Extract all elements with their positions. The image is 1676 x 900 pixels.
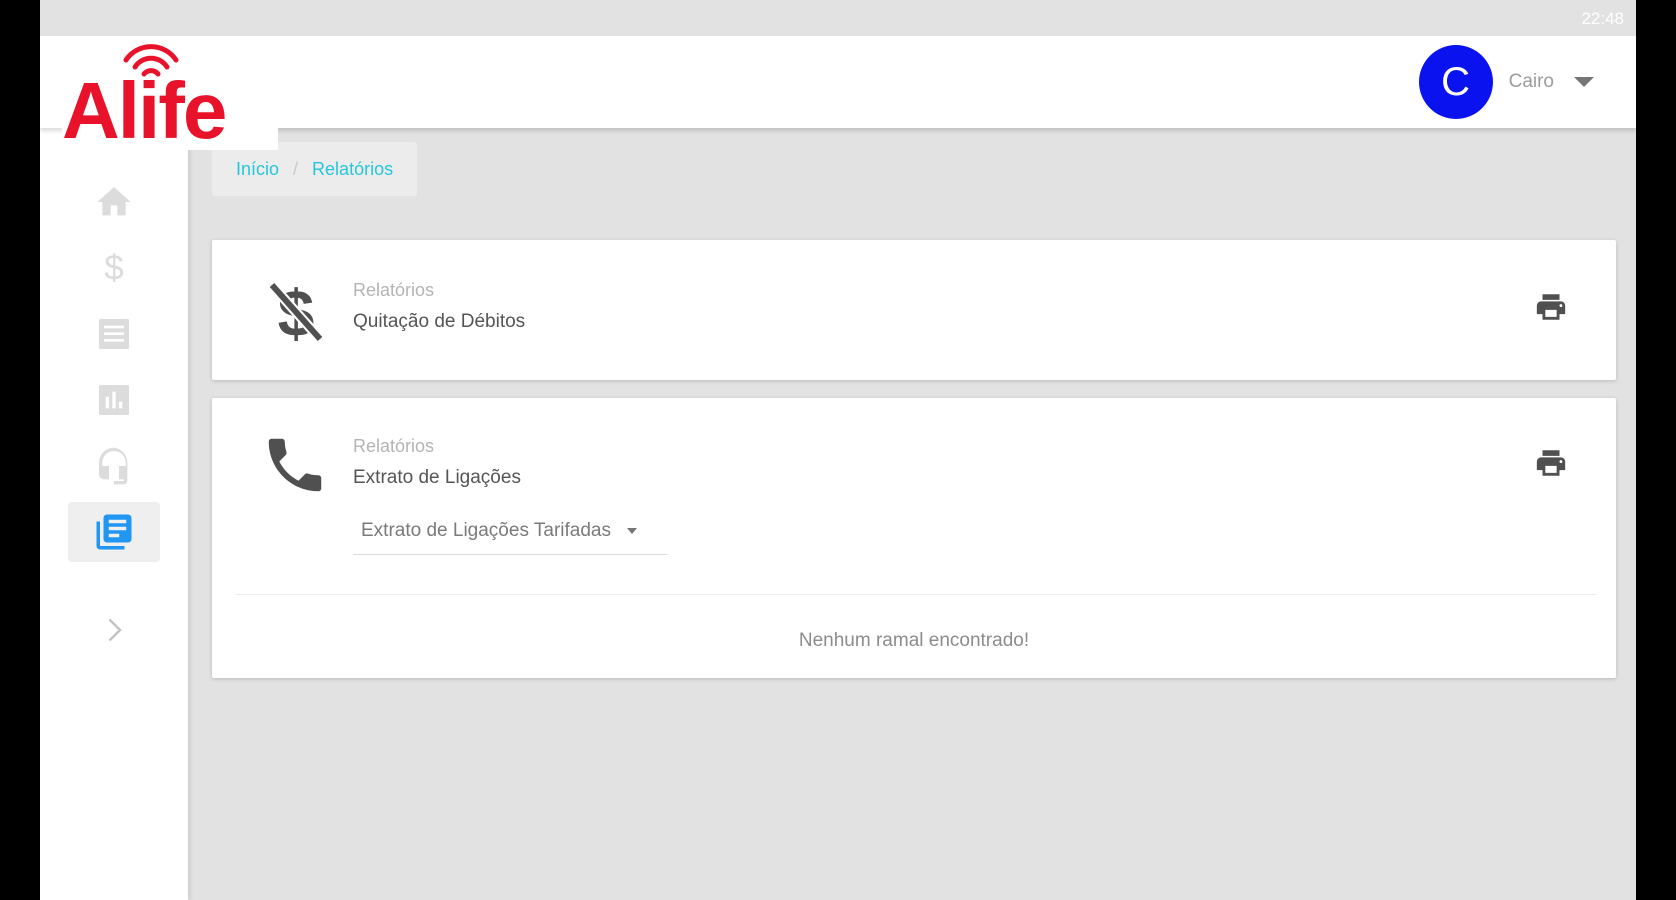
user-menu[interactable]: C Cairo xyxy=(1418,43,1594,121)
status-clock: 22:48 xyxy=(1581,9,1624,28)
select-value: Extrato de Ligações Tarifadas xyxy=(361,520,611,541)
app-screen: 22:48 C Cairo Alife $ Início / Relatório… xyxy=(40,0,1636,900)
sidebar-expand-button[interactable] xyxy=(68,600,160,660)
card-title: Quitação de Débitos xyxy=(353,311,526,332)
reports-icon xyxy=(96,514,132,550)
dollar-icon: $ xyxy=(104,249,123,288)
list-icon xyxy=(99,319,129,349)
report-card-call-statement: Relatórios Extrato de Ligações Extrato d… xyxy=(212,398,1616,678)
caret-down-icon xyxy=(626,528,637,534)
card-label: Relatórios xyxy=(353,436,435,456)
home-icon xyxy=(97,187,131,216)
print-icon xyxy=(1536,294,1566,320)
user-name[interactable]: Cairo xyxy=(1509,71,1554,93)
chevron-down-icon[interactable] xyxy=(1574,77,1594,87)
print-icon xyxy=(1536,450,1566,476)
money-off-icon: $ xyxy=(268,276,324,348)
chevron-right-icon xyxy=(108,618,122,642)
empty-state-message: Nenhum ramal encontrado! xyxy=(798,630,1030,651)
print-button[interactable] xyxy=(1534,446,1568,480)
report-type-select[interactable]: Extrato de Ligações Tarifadas xyxy=(353,508,667,555)
headset-icon xyxy=(99,447,128,485)
breadcrumb-separator: / xyxy=(293,158,299,179)
breadcrumb: Início / Relatórios xyxy=(212,142,418,196)
bar-chart-icon xyxy=(99,385,129,415)
report-card-debt-settlement: $ Relatórios Quitação de Débitos xyxy=(212,240,1616,380)
sidebar-item-list[interactable] xyxy=(68,304,160,364)
sidebar-item-finance[interactable]: $ xyxy=(68,238,160,298)
card-label: Relatórios xyxy=(353,280,435,300)
avatar[interactable]: C xyxy=(1418,45,1493,119)
sidebar-item-reports[interactable] xyxy=(68,502,160,562)
top-bar: C Cairo xyxy=(40,36,1636,128)
phone-icon xyxy=(268,438,322,492)
logo-text: Alife xyxy=(62,66,227,155)
svg-text:$: $ xyxy=(104,249,123,288)
status-bar: 22:48 xyxy=(40,0,1636,36)
sidebar-item-home[interactable] xyxy=(68,172,160,232)
divider xyxy=(236,594,1596,595)
sidebar: $ xyxy=(40,128,188,900)
card-title: Extrato de Ligações xyxy=(353,467,521,488)
print-button[interactable] xyxy=(1534,290,1568,324)
breadcrumb-home-link[interactable]: Início xyxy=(236,159,279,180)
breadcrumb-current[interactable]: Relatórios xyxy=(312,159,393,180)
app-logo: Alife xyxy=(62,38,278,155)
sidebar-item-charts[interactable] xyxy=(68,370,160,430)
sidebar-item-support[interactable] xyxy=(68,436,160,496)
